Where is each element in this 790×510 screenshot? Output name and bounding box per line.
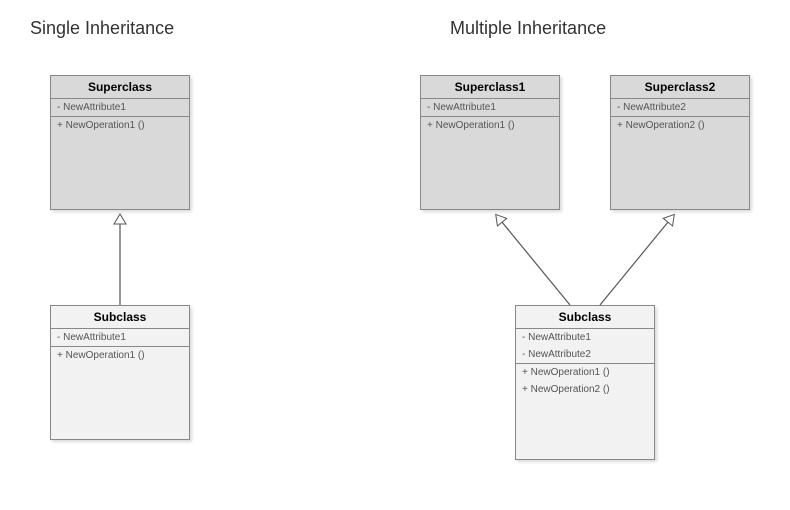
multiple-inheritance-title: Multiple Inheritance — [450, 18, 606, 39]
operation: + NewOperation1 () — [516, 364, 654, 381]
class-box-superclass2: Superclass2 - NewAttribute2 + NewOperati… — [610, 75, 750, 210]
class-name: Superclass2 — [611, 76, 749, 99]
diagram-canvas: Single Inheritance Multiple Inheritance … — [0, 0, 790, 510]
class-name: Subclass — [516, 306, 654, 329]
class-box-superclass-single: Superclass - NewAttribute1 + NewOperatio… — [50, 75, 190, 210]
attribute: - NewAttribute1 — [51, 99, 189, 116]
class-attributes: - NewAttribute2 — [611, 99, 749, 117]
class-operations: + NewOperation1 () + NewOperation2 () — [516, 364, 654, 459]
class-attributes: - NewAttribute1 — [51, 329, 189, 347]
class-name: Superclass — [51, 76, 189, 99]
attribute: - NewAttribute2 — [611, 99, 749, 116]
attribute: - NewAttribute1 — [51, 329, 189, 346]
attribute: - NewAttribute1 — [421, 99, 559, 116]
class-name: Subclass — [51, 306, 189, 329]
attribute: - NewAttribute1 — [516, 329, 654, 346]
generalization-arrow — [497, 216, 570, 305]
single-inheritance-title: Single Inheritance — [30, 18, 174, 39]
operation: + NewOperation1 () — [51, 347, 189, 364]
operation: + NewOperation2 () — [611, 117, 749, 134]
attribute: - NewAttribute2 — [516, 346, 654, 363]
class-operations: + NewOperation1 () — [51, 117, 189, 209]
operation: + NewOperation2 () — [516, 381, 654, 398]
class-attributes: - NewAttribute1 — [421, 99, 559, 117]
class-operations: + NewOperation2 () — [611, 117, 749, 209]
operation: + NewOperation1 () — [421, 117, 559, 134]
class-operations: + NewOperation1 () — [421, 117, 559, 209]
class-attributes: - NewAttribute1 — [51, 99, 189, 117]
class-box-subclass-single: Subclass - NewAttribute1 + NewOperation1… — [50, 305, 190, 440]
generalization-arrow — [600, 216, 673, 305]
class-name: Superclass1 — [421, 76, 559, 99]
operation: + NewOperation1 () — [51, 117, 189, 134]
class-attributes: - NewAttribute1 - NewAttribute2 — [516, 329, 654, 364]
class-box-subclass-multiple: Subclass - NewAttribute1 - NewAttribute2… — [515, 305, 655, 460]
class-operations: + NewOperation1 () — [51, 347, 189, 439]
class-box-superclass1: Superclass1 - NewAttribute1 + NewOperati… — [420, 75, 560, 210]
